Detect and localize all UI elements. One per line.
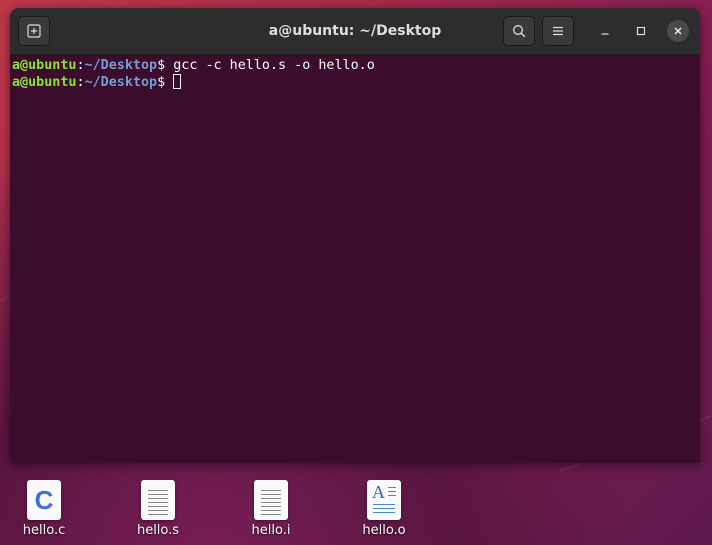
text-file-icon xyxy=(254,480,288,520)
text-file-icon xyxy=(141,480,175,520)
prompt-symbol: $ xyxy=(157,58,174,73)
desktop-file-hello-s[interactable]: hello.s xyxy=(118,480,198,538)
file-label: hello.s xyxy=(136,523,180,538)
prompt-separator: : xyxy=(76,58,85,73)
prompt-path: ~/Desktop xyxy=(84,75,158,90)
desktop-file-hello-c[interactable]: C hello.c xyxy=(4,480,84,538)
terminal-window[interactable]: a@ubuntu: ~/Desktop a@ubuntu:~/Desktop$ … xyxy=(10,8,700,463)
close-icon xyxy=(674,27,682,35)
search-button[interactable] xyxy=(503,16,535,46)
text-cursor xyxy=(173,74,182,89)
object-file-icon: A xyxy=(367,480,401,520)
maximize-button[interactable] xyxy=(630,20,652,42)
minimize-icon xyxy=(601,33,609,35)
terminal-line: a@ubuntu:~/Desktop$ gcc -c hello.s -o he… xyxy=(12,57,700,74)
hamburger-menu-icon xyxy=(553,26,563,36)
prompt-symbol: $ xyxy=(157,75,174,90)
file-label: hello.i xyxy=(251,523,291,538)
prompt-separator: : xyxy=(76,75,85,90)
desktop-file-hello-i[interactable]: hello.i xyxy=(231,480,311,538)
desktop-file-hello-o[interactable]: A hello.o xyxy=(344,480,424,538)
title-bar[interactable]: a@ubuntu: ~/Desktop xyxy=(10,8,700,55)
prompt-path: ~/Desktop xyxy=(84,58,158,73)
menu-button[interactable] xyxy=(542,16,574,46)
c-source-file-icon: C xyxy=(27,480,61,520)
terminal-output[interactable]: a@ubuntu:~/Desktop$ gcc -c hello.s -o he… xyxy=(10,55,700,463)
maximize-icon xyxy=(636,26,646,36)
close-button[interactable] xyxy=(667,20,689,42)
search-icon xyxy=(513,25,526,38)
minimize-button[interactable] xyxy=(594,20,616,42)
prompt-user: a@ubuntu xyxy=(12,58,77,73)
command-text: gcc -c hello.s -o hello.o xyxy=(173,58,375,73)
file-label: hello.c xyxy=(22,523,66,538)
prompt-user: a@ubuntu xyxy=(12,75,77,90)
file-label: hello.o xyxy=(362,523,406,538)
terminal-line: a@ubuntu:~/Desktop$ xyxy=(12,74,700,91)
